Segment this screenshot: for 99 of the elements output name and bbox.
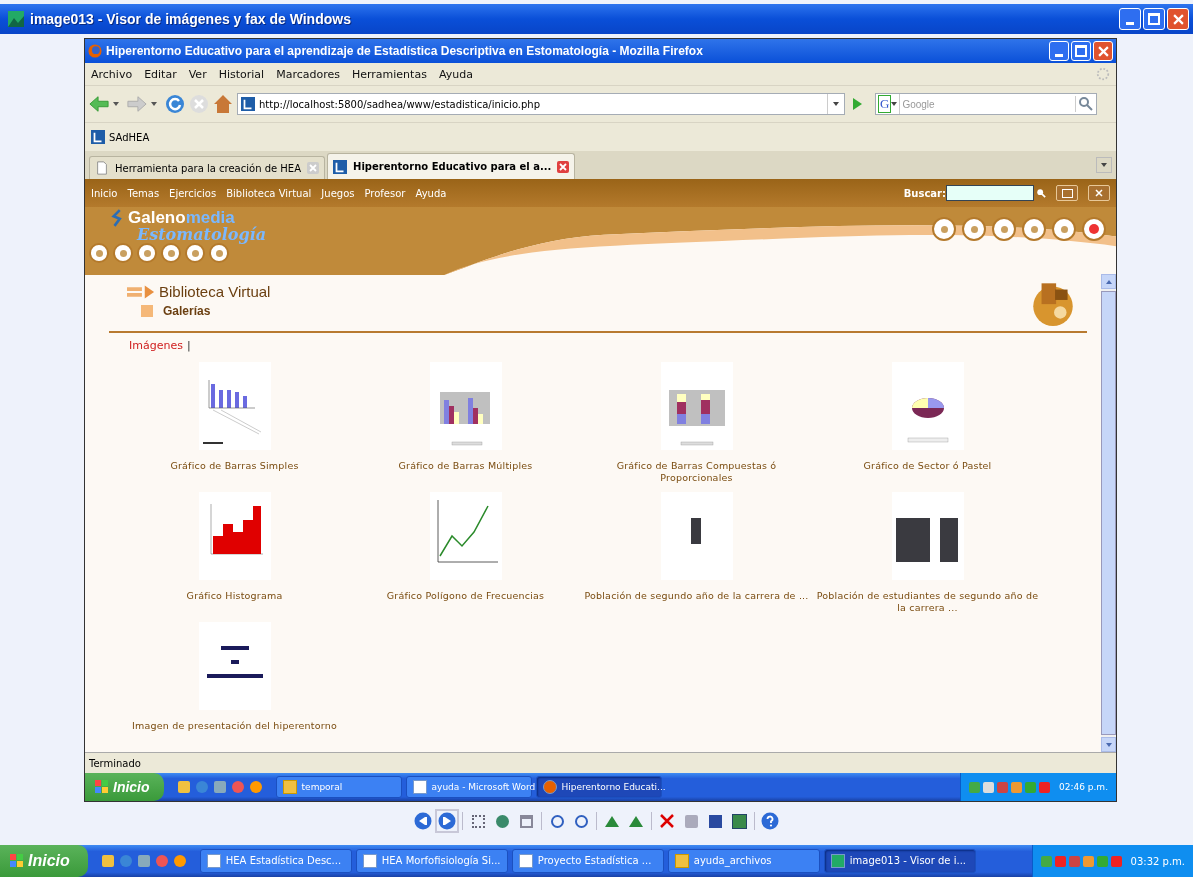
logo-icon bbox=[111, 209, 125, 227]
logo-subtitle: Estomatología bbox=[137, 227, 266, 243]
line-chart-thumbnail[interactable] bbox=[429, 492, 502, 580]
caret-icon[interactable] bbox=[113, 102, 119, 106]
gallery-caption-link[interactable]: Gráfico Polígono de Frecuencias bbox=[386, 590, 545, 602]
search-field[interactable]: G Google bbox=[875, 93, 1097, 115]
stacked-bar-chart-thumbnail[interactable] bbox=[660, 362, 733, 450]
clock-text: 03:32 p.m. bbox=[1130, 855, 1185, 867]
previous-image-icon[interactable] bbox=[414, 812, 432, 830]
close-icon bbox=[1094, 188, 1104, 198]
page-icon bbox=[95, 161, 109, 175]
menu-item[interactable]: Ver bbox=[188, 67, 207, 81]
nav-link[interactable]: Juegos bbox=[321, 187, 355, 199]
windows-logo-icon bbox=[10, 854, 24, 868]
arrow-icon bbox=[127, 283, 155, 300]
browser-title: Hiperentorno Educativo para el aprendizaje de Estadística Descriptiva en Estomatología - Mozilla Firefox bbox=[106, 44, 704, 58]
taskbar-button[interactable]: image013 - Visor de i... bbox=[823, 848, 976, 874]
site-icon bbox=[333, 159, 347, 174]
reload-icon[interactable] bbox=[165, 94, 185, 114]
minimize-button[interactable] bbox=[1119, 8, 1141, 30]
gallery-caption-link[interactable]: Población de estudiantes de segundo año de la carrera ... bbox=[815, 590, 1040, 614]
square-icon bbox=[141, 305, 153, 317]
tab-list-button[interactable] bbox=[1096, 157, 1112, 173]
gallery-caption-link[interactable]: Gráfico de Barras Compuestas ó Proporcionales bbox=[584, 460, 809, 484]
histogram-thumbnail[interactable] bbox=[198, 492, 271, 580]
folder-icon[interactable] bbox=[101, 855, 114, 867]
caret-icon[interactable] bbox=[151, 102, 157, 106]
site-icon bbox=[241, 97, 255, 111]
photo-thumbnail[interactable] bbox=[891, 492, 964, 580]
home-icon[interactable] bbox=[213, 94, 233, 114]
menu-item[interactable]: Marcadores bbox=[276, 67, 340, 81]
separator-text: | bbox=[186, 339, 191, 352]
restore-button[interactable] bbox=[1071, 41, 1091, 61]
next-image-icon[interactable] bbox=[438, 812, 456, 830]
nav-link[interactable]: Ayuda bbox=[415, 187, 447, 199]
gallery-caption-link[interactable]: Gráfico Histograma bbox=[186, 590, 283, 602]
close-icon bbox=[1172, 13, 1184, 25]
grouped-bar-chart-thumbnail[interactable] bbox=[429, 362, 502, 450]
photo-thumbnail[interactable] bbox=[660, 492, 733, 580]
delete-icon[interactable] bbox=[658, 812, 676, 830]
subsection-title: Galerías bbox=[163, 304, 211, 318]
program-icon[interactable] bbox=[249, 781, 262, 793]
menu-item[interactable]: Historial bbox=[218, 67, 265, 81]
program-icon[interactable] bbox=[173, 855, 186, 867]
restore-button[interactable] bbox=[1143, 8, 1165, 30]
taskbar-button[interactable]: HEA Morfofisiología Si... bbox=[355, 848, 508, 874]
gallery-caption-link[interactable]: Gráfico de Barras Múltiples bbox=[398, 460, 533, 472]
gallery-caption-link[interactable]: Gráfico de Barras Simples bbox=[170, 460, 299, 472]
taskbar-button[interactable]: ayuda_archivos bbox=[667, 848, 820, 874]
window-button[interactable] bbox=[1056, 185, 1078, 201]
gallery-caption-link[interactable]: Imagen de presentación del hiperentorno bbox=[132, 720, 337, 732]
address-bar[interactable]: http://localhost:5800/sadhea/www/estadistica/inicio.php bbox=[237, 93, 845, 115]
tray-icon[interactable] bbox=[983, 781, 994, 793]
taskbar-button[interactable]: Proyecto Estadística ... bbox=[511, 848, 664, 874]
bookmark-link[interactable]: SAdHEA bbox=[91, 130, 150, 144]
firefox-icon bbox=[88, 44, 102, 58]
menu-item[interactable]: Ayuda bbox=[438, 67, 473, 81]
site-icon bbox=[91, 130, 105, 144]
section-title: Biblioteca Virtual bbox=[159, 283, 271, 300]
title-card-thumbnail[interactable] bbox=[198, 622, 271, 710]
windows-logo-icon bbox=[95, 780, 109, 794]
nav-link[interactable]: Profesor bbox=[364, 187, 406, 199]
menu-item[interactable]: Editar bbox=[144, 67, 177, 81]
gallery-caption-link[interactable]: Gráfico de Sector ó Pastel bbox=[863, 460, 992, 472]
close-button[interactable] bbox=[1088, 185, 1110, 201]
taskbar-button[interactable]: HEA Estadística Desc... bbox=[199, 848, 352, 874]
tool-icon[interactable] bbox=[962, 217, 986, 241]
tool-icon[interactable] bbox=[932, 217, 956, 241]
logo-text: Galenomedia bbox=[128, 209, 235, 227]
program-icon[interactable] bbox=[137, 855, 150, 867]
image-icon bbox=[8, 11, 24, 27]
help-icon[interactable] bbox=[761, 812, 779, 830]
nav-link[interactable]: Inicio bbox=[91, 187, 118, 199]
search-label: Buscar: bbox=[903, 187, 946, 199]
minimize-button[interactable] bbox=[1049, 41, 1069, 61]
menu-item[interactable]: Archivo bbox=[91, 67, 133, 81]
bar-chart-thumbnail[interactable] bbox=[198, 362, 271, 450]
folder-icon[interactable] bbox=[177, 781, 190, 793]
pie-chart-thumbnail[interactable] bbox=[891, 362, 964, 450]
nav-link[interactable]: Temas bbox=[127, 187, 160, 199]
nav-link[interactable]: Biblioteca Virtual bbox=[226, 187, 312, 199]
nav-link[interactable]: Ejercicios bbox=[169, 187, 217, 199]
search-icon[interactable] bbox=[1036, 188, 1046, 198]
gallery-caption-link[interactable]: Población de segundo año de la carrera de ... bbox=[584, 590, 809, 602]
search-field[interactable] bbox=[946, 185, 1034, 201]
window-title: image013 - Visor de imágenes y fax de Windows bbox=[30, 11, 352, 27]
menu-item[interactable]: Herramientas bbox=[351, 67, 427, 81]
program-icon[interactable] bbox=[213, 781, 226, 793]
clock-text: 02:46 p.m. bbox=[1059, 782, 1108, 792]
back-arrow-icon[interactable] bbox=[89, 94, 109, 114]
browser-tab[interactable]: Herramienta para la creación de HEA bbox=[89, 156, 325, 179]
close-icon bbox=[1097, 45, 1109, 57]
throbber-icon bbox=[1096, 67, 1110, 81]
status-text: Terminado bbox=[89, 757, 141, 769]
browser-tab[interactable]: Hiperentorno Educativo para el a... bbox=[327, 153, 576, 179]
taskbar-button[interactable]: temporal bbox=[275, 776, 402, 798]
tool-icon[interactable] bbox=[992, 217, 1016, 241]
images-link[interactable]: Imágenes bbox=[129, 339, 183, 352]
close-tab-icon[interactable] bbox=[557, 160, 570, 173]
